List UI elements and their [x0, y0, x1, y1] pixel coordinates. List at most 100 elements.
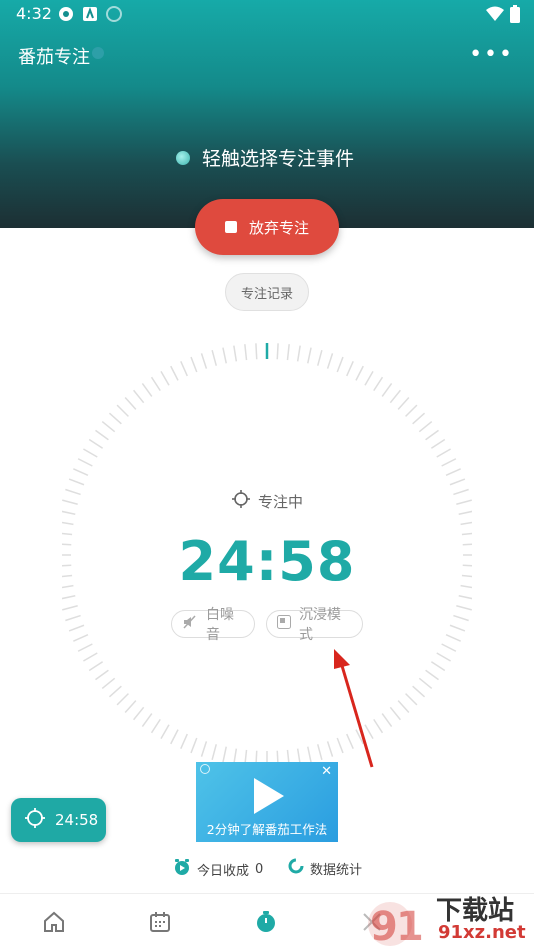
dial-tick [336, 356, 344, 373]
dial-tick [141, 383, 153, 397]
dial-tick [456, 499, 472, 505]
dial-tick [255, 343, 258, 360]
dial-tick [116, 404, 129, 417]
select-event[interactable]: 轻触选择专注事件 [176, 144, 354, 171]
dial-tick [453, 614, 469, 622]
dial-tick [436, 448, 451, 458]
dial-tick [77, 643, 93, 652]
stats-row: 今日收成 0 数据统计 [0, 858, 534, 880]
dial-tick [405, 693, 418, 706]
dial-tick [108, 412, 122, 425]
dial-tick [116, 693, 129, 706]
white-noise-label: 白噪音 [206, 607, 234, 643]
quit-focus-label: 放弃专注 [248, 218, 309, 237]
nav-calendar-icon[interactable] [148, 910, 172, 934]
dial-tick [436, 652, 451, 662]
dial-tick [445, 468, 461, 476]
dial-tick [286, 344, 290, 361]
immersive-mode-label: 沉浸模式 [299, 607, 341, 643]
immersive-mode-button[interactable]: 沉浸模式 [266, 607, 363, 643]
nav-home-icon[interactable] [42, 910, 66, 934]
dial-tick [88, 661, 104, 672]
dial-tick [65, 488, 81, 496]
feather-icon [106, 6, 122, 22]
dial-tick [88, 438, 104, 449]
dial-tick [133, 389, 145, 404]
focus-record-label: 专注记录 [240, 286, 293, 302]
today-harvest-label: 今日收成 [197, 863, 250, 879]
dial-tick [418, 421, 433, 433]
donut-chart-icon [288, 858, 304, 878]
dial-tick [190, 356, 198, 373]
dial-tick [449, 478, 466, 486]
dial-tick [430, 438, 446, 449]
dial-tick [326, 353, 334, 369]
nav-timer-icon[interactable] [254, 910, 278, 934]
dial-tick [355, 365, 364, 381]
dial-tick [211, 744, 217, 760]
ad-mark-icon [200, 764, 210, 774]
dial-tick [222, 746, 227, 763]
dial-tick [381, 713, 393, 727]
dial-tick [62, 499, 78, 505]
header: 4:32 番茄专注 ••• 轻触选择专注事件 [0, 0, 534, 228]
dial-tick [95, 429, 109, 441]
play-icon[interactable] [254, 778, 284, 814]
annotation-arrow [334, 649, 374, 768]
immersive-icon [277, 615, 291, 633]
quit-focus-button[interactable]: 放弃专注 [195, 199, 339, 255]
event-prompt: 轻触选择专注事件 [202, 148, 355, 170]
dial-tick [296, 345, 301, 362]
svg-text:9: 9 [370, 904, 398, 950]
dial-tick [200, 353, 208, 369]
dial-tick [170, 365, 179, 381]
dial-tick [425, 669, 439, 681]
data-statistics[interactable]: 数据统计 [288, 858, 362, 878]
app-title: 番茄专注 [18, 47, 90, 68]
dial-tick [458, 510, 472, 515]
dial-tick [276, 343, 279, 360]
dial-tick [441, 643, 457, 652]
tutorial-video-card[interactable]: ✕ 2分钟了解番茄工作法 [196, 762, 338, 842]
status-time: 4:32 [16, 4, 52, 23]
muted-speaker-icon [182, 614, 198, 634]
dial-tick [141, 713, 153, 727]
dial-tick [233, 345, 238, 362]
dial-tick [418, 677, 433, 689]
close-icon[interactable]: ✕ [321, 764, 332, 779]
focus-status: 专注中 [232, 490, 303, 512]
dial-tick [101, 421, 116, 433]
dial-tick [397, 700, 410, 714]
dial-tick [101, 677, 116, 689]
dial-tick [170, 729, 179, 745]
dial-tick [62, 510, 76, 515]
dial-tick [200, 741, 208, 757]
focus-record-button[interactable]: 专注记录 [225, 273, 309, 311]
floating-timer-button[interactable]: 24:58 [11, 798, 106, 842]
dial-tick [180, 361, 188, 377]
dial-tick [83, 448, 98, 458]
focus-status-label: 专注中 [258, 492, 304, 511]
today-harvest[interactable]: 今日收成 0 [173, 858, 263, 880]
dial-tick [405, 404, 418, 417]
dial-tick [412, 685, 426, 698]
event-dot-icon [176, 150, 190, 165]
dial-tick [73, 468, 89, 476]
dial-tick [211, 350, 217, 366]
dial-tick [160, 371, 170, 386]
dial-tick [381, 383, 393, 397]
dial-tick [317, 350, 323, 366]
app-a-icon [82, 6, 98, 22]
info-icon[interactable] [92, 47, 104, 59]
today-harvest-value: 0 [255, 861, 264, 877]
dial-tick [317, 744, 323, 760]
white-noise-button[interactable]: 白噪音 [171, 607, 255, 643]
stop-icon [224, 221, 237, 233]
dial-tick [430, 661, 446, 672]
more-options-icon[interactable]: ••• [469, 42, 514, 67]
dial-tick [412, 412, 426, 425]
dial-tick [62, 595, 76, 600]
dial-tick [397, 396, 410, 410]
dial-tick [160, 724, 170, 739]
svg-text:1: 1 [396, 904, 424, 950]
